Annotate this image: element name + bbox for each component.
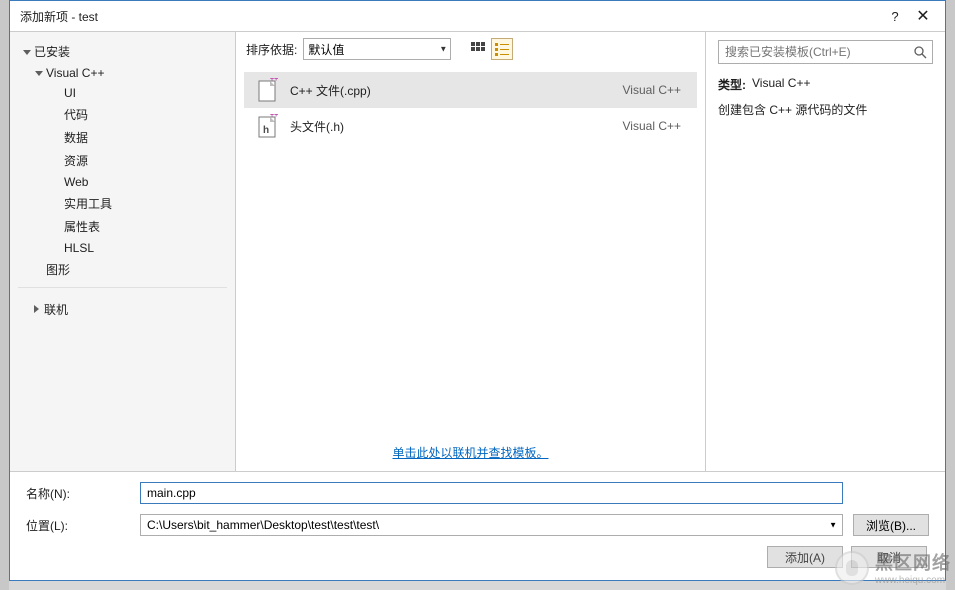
online-templates-link-row: 单击此处以联机并查找模板。 [236,434,705,471]
template-row-cpp[interactable]: ++ C++ 文件(.cpp) Visual C++ [244,72,697,108]
location-label: 位置(L): [26,517,140,534]
template-label: C++ 文件(.cpp) [290,82,623,99]
details-pane: 类型: Visual C++ 创建包含 C++ 源代码的文件 [706,32,945,471]
tree-data[interactable]: 数据 [10,126,235,149]
tree-label: HLSL [64,241,94,255]
template-list: ++ C++ 文件(.cpp) Visual C++ h ++ 头文件(.h) V… [236,66,705,434]
chevron-down-icon [32,69,46,77]
cpp-file-icon: ++ [254,78,282,102]
tree-label: 联机 [44,301,68,318]
tree-label: 实用工具 [64,195,112,212]
toolbar: 排序依据: ▼ [236,32,705,66]
tree-online[interactable]: 联机 [10,294,235,324]
chevron-down-icon [20,48,34,56]
bottom-panel: 名称(N): 位置(L): ▼ 浏览(B)... 添加(A) 取消 [10,472,945,580]
template-label: 头文件(.h) [290,118,623,135]
svg-text:h: h [263,125,269,136]
type-row: 类型: Visual C++ [718,76,933,93]
template-row-header[interactable]: h ++ 头文件(.h) Visual C++ [244,108,697,144]
search-icon[interactable] [913,45,927,59]
type-value: Visual C++ [752,76,810,93]
tree-util[interactable]: 实用工具 [10,192,235,215]
tree-vcpp[interactable]: Visual C++ [10,63,235,83]
tree-ui[interactable]: UI [10,83,235,103]
tree-propsheet[interactable]: 属性表 [10,215,235,238]
view-toggle [467,38,513,60]
tree-label: 代码 [64,106,88,123]
view-small-list-button[interactable] [491,38,513,60]
grid-icon [471,42,485,56]
online-templates-link[interactable]: 单击此处以联机并查找模板。 [392,446,548,460]
content-area: 已安装 Visual C++ UI 代码 数据 资源 Web 实用工具 属性表 … [10,31,945,472]
tree-label: Visual C++ [46,66,104,80]
svg-text:++: ++ [270,78,278,83]
sort-label: 排序依据: [246,41,297,58]
search-input[interactable] [718,40,933,64]
template-description: 创建包含 C++ 源代码的文件 [718,101,933,120]
header-file-icon: h ++ [254,114,282,138]
tree-label: 资源 [64,152,88,169]
window-title: 添加新项 - test [20,8,881,25]
chevron-right-icon [20,297,44,321]
location-input[interactable] [140,514,843,536]
name-label: 名称(N): [26,485,140,502]
help-button[interactable]: ? [881,6,909,26]
tree-code[interactable]: 代码 [10,103,235,126]
tree-label: Web [64,175,88,189]
add-new-item-dialog: 添加新项 - test ? ✕ 已安装 Visual C++ UI 代码 数据 … [9,0,946,581]
tree-separator [18,287,227,288]
view-medium-icons-button[interactable] [467,38,489,60]
tree-resource[interactable]: 资源 [10,149,235,172]
close-button[interactable]: ✕ [909,6,937,26]
tree-installed[interactable]: 已安装 [10,40,235,63]
tree-hlsl[interactable]: HLSL [10,238,235,258]
tree-label: 已安装 [34,43,70,60]
tree-label: 属性表 [64,218,100,235]
template-lang: Visual C++ [623,119,681,133]
template-pane: 排序依据: ▼ ++ [236,32,706,471]
add-button[interactable]: 添加(A) [767,546,843,568]
type-label: 类型: [718,76,746,93]
category-tree: 已安装 Visual C++ UI 代码 数据 资源 Web 实用工具 属性表 … [10,32,236,471]
tree-label: 数据 [64,129,88,146]
browse-button[interactable]: 浏览(B)... [853,514,929,536]
tree-graphics[interactable]: 图形 [10,258,235,281]
tree-label: UI [64,86,76,100]
tree-label: 图形 [46,261,70,278]
template-lang: Visual C++ [623,83,681,97]
titlebar: 添加新项 - test ? ✕ [10,1,945,31]
tree-web[interactable]: Web [10,172,235,192]
list-icon [495,42,509,56]
name-input[interactable] [140,482,843,504]
sort-select[interactable] [303,38,451,60]
background-right [946,0,955,590]
background-left [0,0,9,590]
cancel-button[interactable]: 取消 [851,546,927,568]
svg-text:++: ++ [270,114,278,119]
